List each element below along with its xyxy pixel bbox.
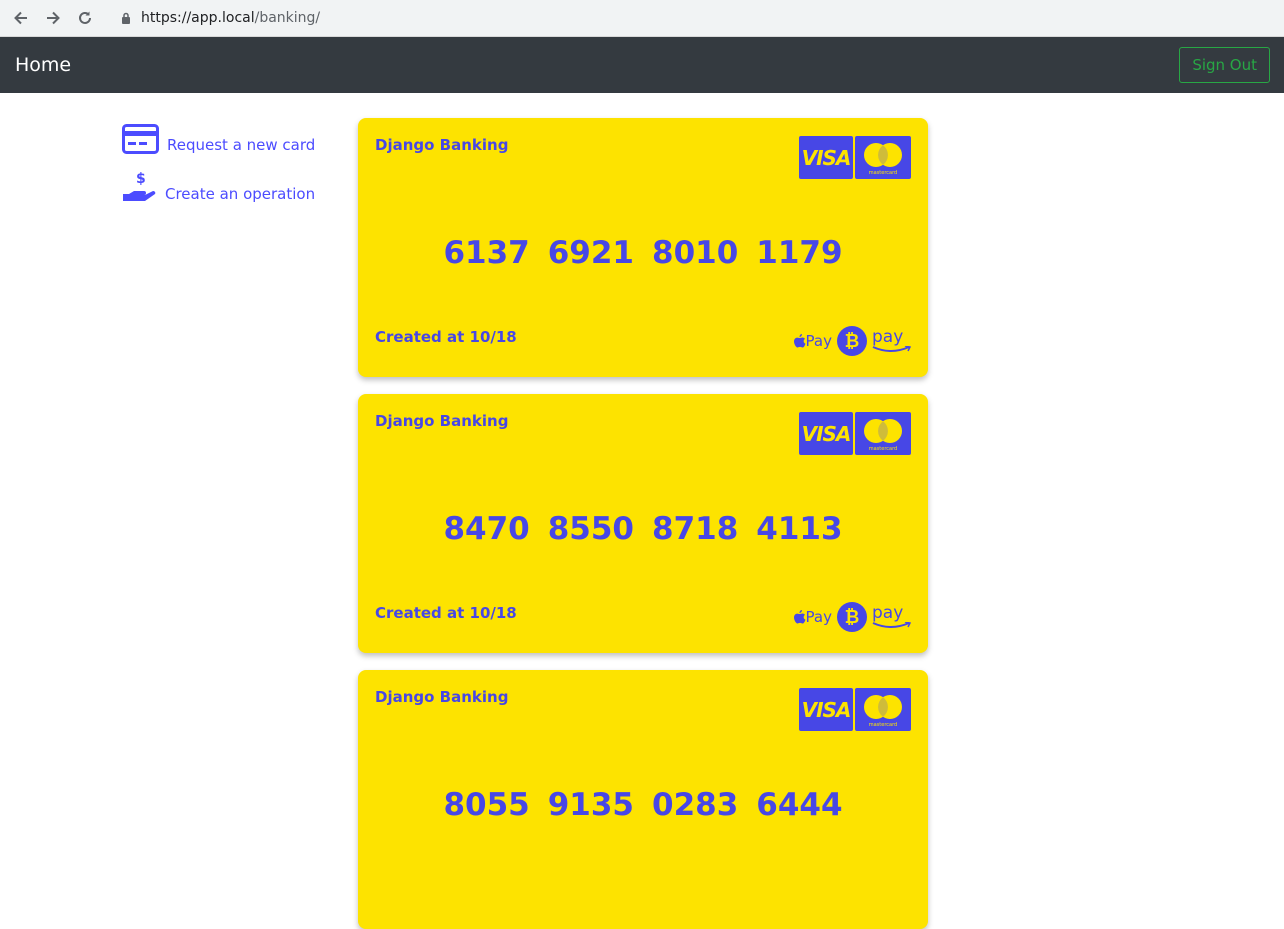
visa-logo-icon: VISA [799, 136, 853, 179]
browser-toolbar: https://app.local/banking/ [0, 0, 1284, 37]
home-link[interactable]: Home [15, 54, 71, 76]
card-number-group: 0283 [652, 787, 739, 823]
url-path: /banking/ [254, 10, 321, 26]
mastercard-label: mastercard [869, 170, 897, 176]
card-created-date: Created at 10/18 [375, 604, 517, 622]
apple-pay-icon: Pay [793, 608, 832, 626]
back-arrow-icon[interactable] [5, 2, 37, 34]
request-card-link[interactable]: Request a new card [122, 124, 315, 154]
create-operation-label: Create an operation [165, 185, 316, 203]
mastercard-logo-icon: mastercard [855, 412, 911, 455]
card-number-group: 8010 [652, 235, 739, 271]
url-host: https://app.local [141, 10, 255, 26]
card-brands: VISA mastercard [799, 412, 911, 455]
address-bar[interactable]: https://app.local/banking/ [121, 10, 320, 26]
card-number-group: 6921 [547, 235, 634, 271]
card-number-group: 8470 [443, 511, 530, 547]
card-bank-name: Django Banking [375, 412, 509, 430]
visa-logo-icon: VISA [799, 688, 853, 731]
card-number-group: 6137 [443, 235, 530, 271]
amazon-pay-icon: pay [872, 328, 912, 354]
card-brands: VISA mastercard [799, 688, 911, 731]
payment-methods: Pay ₿ pay [793, 326, 912, 356]
amazon-pay-label: pay [872, 327, 904, 347]
amazon-pay-icon: pay [872, 604, 912, 630]
payment-methods: Pay ₿ pay [793, 602, 912, 632]
card-number: 8055 9135 0283 6444 [358, 787, 928, 823]
card-number: 6137 6921 8010 1179 [358, 235, 928, 271]
lock-icon [122, 12, 130, 24]
apple-pay-label: Pay [805, 608, 832, 626]
bank-card[interactable]: Django Banking VISA mastercard 6137 6921 8… [358, 118, 928, 377]
request-card-label: Request a new card [167, 136, 316, 154]
sidebar: Request a new card $ Create an operation [122, 124, 315, 219]
mastercard-logo-icon: mastercard [855, 688, 911, 731]
reload-icon[interactable] [69, 2, 101, 34]
sign-out-button[interactable]: Sign Out [1179, 47, 1270, 83]
credit-card-icon [122, 124, 159, 154]
card-number-group: 8550 [547, 511, 634, 547]
bank-card[interactable]: Django Banking VISA mastercard 8470 8550 8… [358, 394, 928, 653]
mastercard-label: mastercard [869, 446, 897, 452]
create-operation-link[interactable]: $ Create an operation [122, 170, 315, 203]
bitcoin-icon: ₿ [837, 326, 867, 356]
card-number: 8470 8550 8718 4113 [358, 511, 928, 547]
card-number-group: 4113 [756, 511, 843, 547]
navbar: Home Sign Out [0, 37, 1284, 93]
card-created-date: Created at 10/18 [375, 328, 517, 346]
card-number-group: 1179 [756, 235, 843, 271]
svg-text:$: $ [136, 171, 146, 187]
bank-card[interactable]: Django Banking VISA mastercard 8055 9135 0… [358, 670, 928, 929]
card-brands: VISA mastercard [799, 136, 911, 179]
card-number-group: 8718 [652, 511, 739, 547]
visa-logo-icon: VISA [799, 412, 853, 455]
bitcoin-icon: ₿ [837, 602, 867, 632]
card-bank-name: Django Banking [375, 136, 509, 154]
hand-money-icon: $ [123, 171, 156, 201]
card-number-group: 6444 [756, 787, 843, 823]
apple-pay-label: Pay [805, 332, 832, 350]
card-bank-name: Django Banking [375, 688, 509, 706]
forward-arrow-icon[interactable] [37, 2, 69, 34]
amazon-pay-label: pay [872, 603, 904, 623]
card-number-group: 8055 [443, 787, 530, 823]
card-number-group: 9135 [547, 787, 634, 823]
apple-pay-icon: Pay [793, 332, 832, 350]
mastercard-label: mastercard [869, 722, 897, 728]
mastercard-logo-icon: mastercard [855, 136, 911, 179]
